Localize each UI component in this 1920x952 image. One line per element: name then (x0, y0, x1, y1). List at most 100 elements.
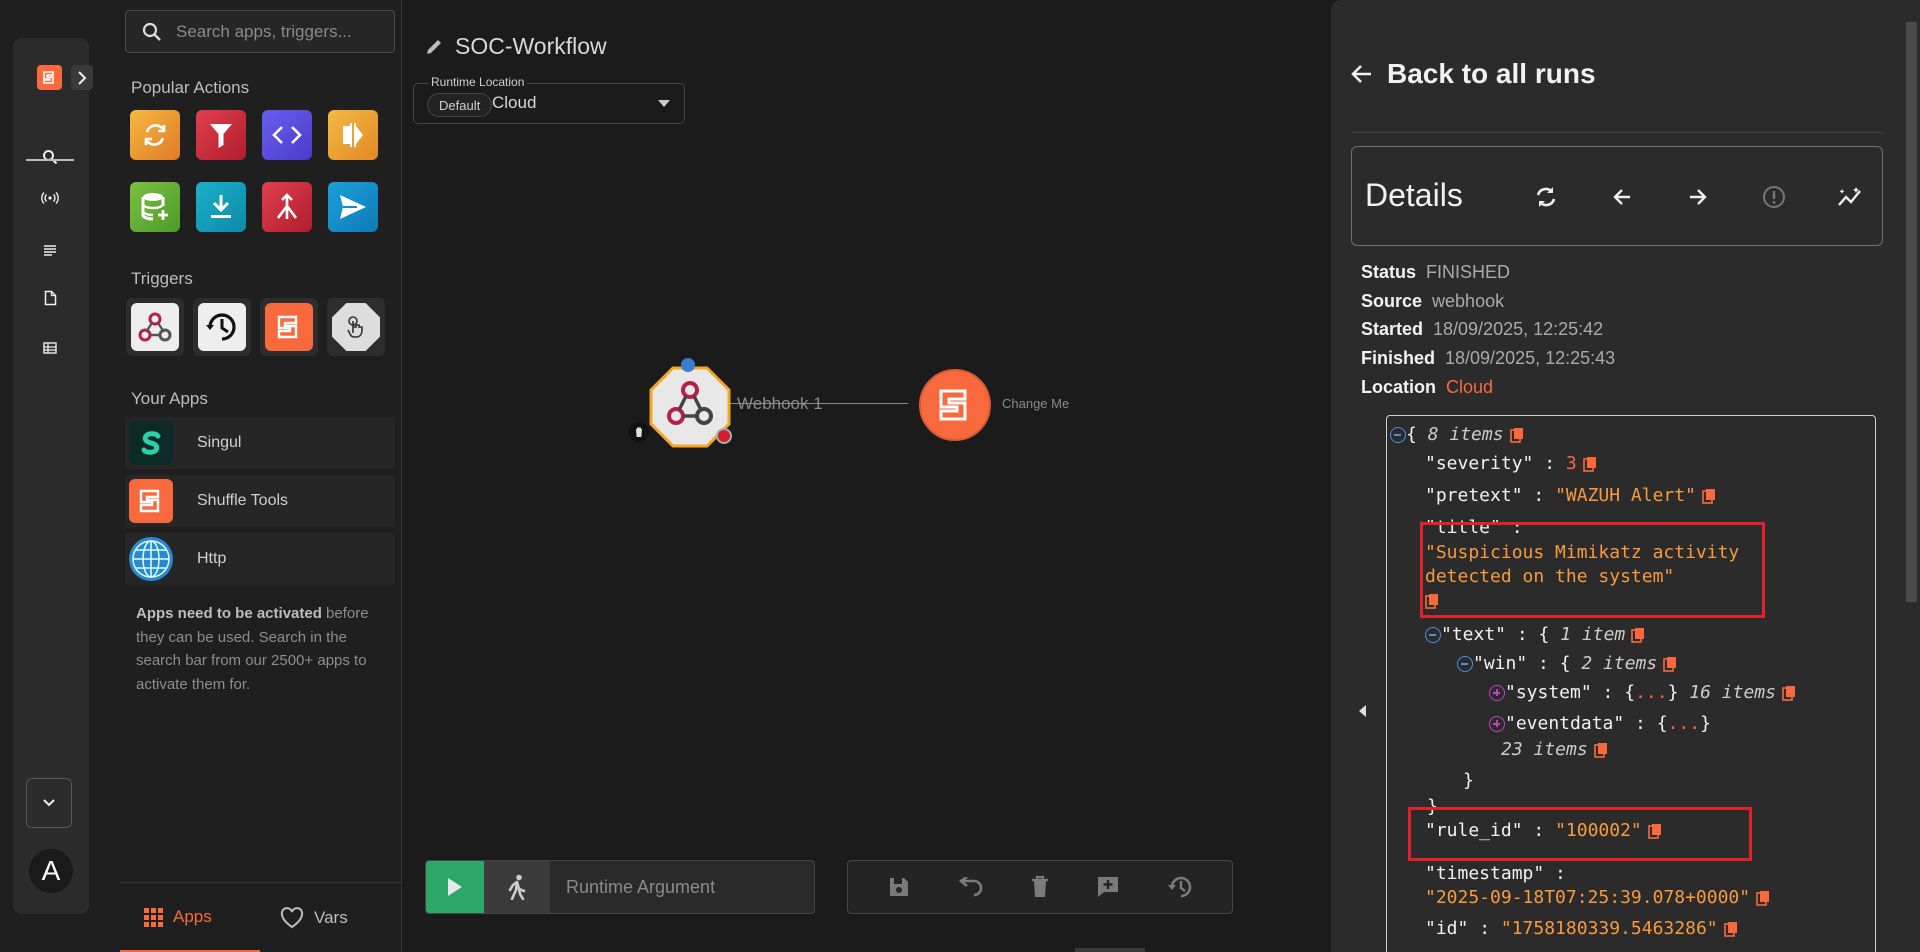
merge-action-icon[interactable] (262, 182, 312, 232)
workflow-canvas[interactable]: SOC-Workflow Runtime Location Default Cl… (403, 0, 1331, 952)
location-row: Location Cloud (1361, 377, 1493, 398)
caret-down-icon (658, 100, 670, 107)
scrollbar-thumb[interactable] (1906, 22, 1917, 602)
avatar[interactable]: A (29, 849, 73, 893)
copy-icon[interactable] (1756, 890, 1770, 906)
trash-icon[interactable] (1030, 875, 1050, 899)
collapse-toggle-icon[interactable] (1390, 427, 1406, 443)
collapse-toggle-icon[interactable] (1457, 656, 1473, 672)
json-row-pretext: "pretext" : "WAZUH Alert" (1425, 485, 1716, 506)
copy-icon[interactable] (1631, 627, 1645, 643)
json-key: "id" (1425, 918, 1469, 939)
copy-icon[interactable] (1663, 656, 1677, 672)
database-add-action-icon[interactable] (130, 182, 180, 232)
abort-run-button[interactable] (1736, 179, 1812, 215)
json-row-severity: "severity" : 3 (1425, 453, 1597, 474)
copy-icon[interactable] (1509, 427, 1524, 443)
insights-button[interactable] (1812, 179, 1888, 215)
repeat-action-icon[interactable] (130, 110, 180, 160)
json-key: "system" (1505, 682, 1592, 703)
tab-vars[interactable]: Vars (280, 883, 348, 952)
source-row: Source webhook (1361, 291, 1504, 312)
node-label-change-me: Change Me (1002, 396, 1070, 411)
copy-icon[interactable] (1593, 742, 1608, 758)
broadcast-icon[interactable] (26, 178, 74, 218)
run-bar (425, 860, 815, 914)
app-row-shuffle-tools[interactable]: Shuffle Tools (125, 475, 395, 527)
expand-rail-button[interactable] (71, 65, 93, 90)
json-value: "1758180339.5463286" (1500, 918, 1718, 939)
copy-icon[interactable] (1723, 921, 1738, 937)
json-row-id: "id" : "1758180339.5463286" (1425, 918, 1738, 939)
document-icon[interactable] (26, 278, 74, 318)
popular-actions-title: Popular Actions (131, 78, 250, 97)
location-label: Location (1361, 377, 1436, 397)
page-scrollbar[interactable] (1903, 0, 1920, 952)
app-name: Singul (197, 434, 242, 451)
collapse-toggle-icon[interactable] (1425, 627, 1441, 643)
app-row-http[interactable]: Http (125, 533, 395, 585)
details-actions (1508, 179, 1888, 215)
previous-run-button[interactable] (1584, 179, 1660, 215)
copy-icon[interactable] (1702, 488, 1716, 504)
copy-icon[interactable] (1782, 685, 1796, 701)
arrow-left-icon (1613, 189, 1630, 205)
save-icon[interactable] (887, 875, 911, 899)
json-value: "2025-09-18T07:25:39.078+0000" (1425, 887, 1751, 908)
shuffle-subflow-trigger[interactable] (260, 298, 318, 356)
singul-logo-icon (129, 421, 173, 465)
run-workflow-button[interactable] (426, 861, 484, 913)
shuffle-logo-icon[interactable] (37, 65, 62, 90)
list-icon[interactable] (26, 230, 74, 270)
expand-toggle-icon[interactable] (1489, 716, 1505, 732)
canvas-resize-handle[interactable] (1075, 948, 1145, 952)
table-icon[interactable] (26, 328, 74, 368)
collapse-rail-button[interactable] (26, 778, 72, 828)
delete-node-button[interactable] (629, 422, 649, 442)
details-title: Details (1365, 177, 1463, 213)
download-action-icon[interactable] (196, 182, 246, 232)
history-icon[interactable] (1167, 875, 1193, 899)
user-input-trigger[interactable] (327, 298, 385, 356)
webhook-icon (131, 303, 179, 351)
search-icon[interactable] (26, 137, 74, 177)
copy-icon[interactable] (1582, 456, 1597, 472)
alert-circle-icon (1763, 186, 1785, 208)
json-count: 8 items (1427, 424, 1504, 445)
source-label: Source (1361, 291, 1423, 311)
rerun-button[interactable] (1508, 179, 1584, 215)
walking-icon (508, 874, 526, 900)
undo-icon[interactable] (958, 877, 984, 897)
send-action-icon[interactable] (328, 182, 378, 232)
trash-icon (635, 427, 643, 437)
json-key: "win" (1473, 653, 1528, 674)
details-header: Details (1351, 146, 1883, 246)
compare-action-icon[interactable] (328, 110, 378, 160)
search-icon (142, 22, 161, 41)
node-label-webhook: Webhook 1 (737, 394, 823, 413)
json-row-win: "win" : { 2 items (1457, 653, 1677, 674)
runtime-argument-input[interactable] (550, 861, 810, 913)
app-row-singul[interactable]: Singul (125, 417, 395, 469)
filter-action-icon[interactable] (196, 110, 246, 160)
back-to-runs-button[interactable]: Back to all runs (1351, 58, 1596, 90)
code-action-icon[interactable] (262, 110, 312, 160)
json-viewer[interactable]: { 8 items "severity" : 3 "pretext" : "WA… (1386, 415, 1876, 952)
next-run-button[interactable] (1660, 179, 1736, 215)
run-step-button[interactable] (484, 861, 550, 913)
search-box[interactable] (125, 10, 395, 53)
workflow-name: SOC-Workflow (455, 33, 607, 59)
workflow-title[interactable]: SOC-Workflow (425, 33, 607, 60)
json-row-timestamp: "2025-09-18T07:25:39.078+0000" (1425, 887, 1770, 908)
caret-left-icon[interactable] (1359, 705, 1367, 717)
expand-toggle-icon[interactable] (1489, 685, 1505, 701)
search-input[interactable] (176, 21, 376, 42)
webhook-trigger[interactable] (126, 298, 184, 356)
apps-sidebar: Popular Actions Triggers (120, 0, 402, 952)
runtime-location-select[interactable]: Runtime Location Default Cloud (413, 75, 685, 124)
triggers-title: Triggers (131, 269, 193, 288)
shuffle-tools-node[interactable] (919, 369, 991, 441)
schedule-trigger[interactable] (193, 298, 251, 356)
tab-apps[interactable]: Apps (120, 883, 260, 952)
add-comment-icon[interactable] (1096, 875, 1120, 899)
